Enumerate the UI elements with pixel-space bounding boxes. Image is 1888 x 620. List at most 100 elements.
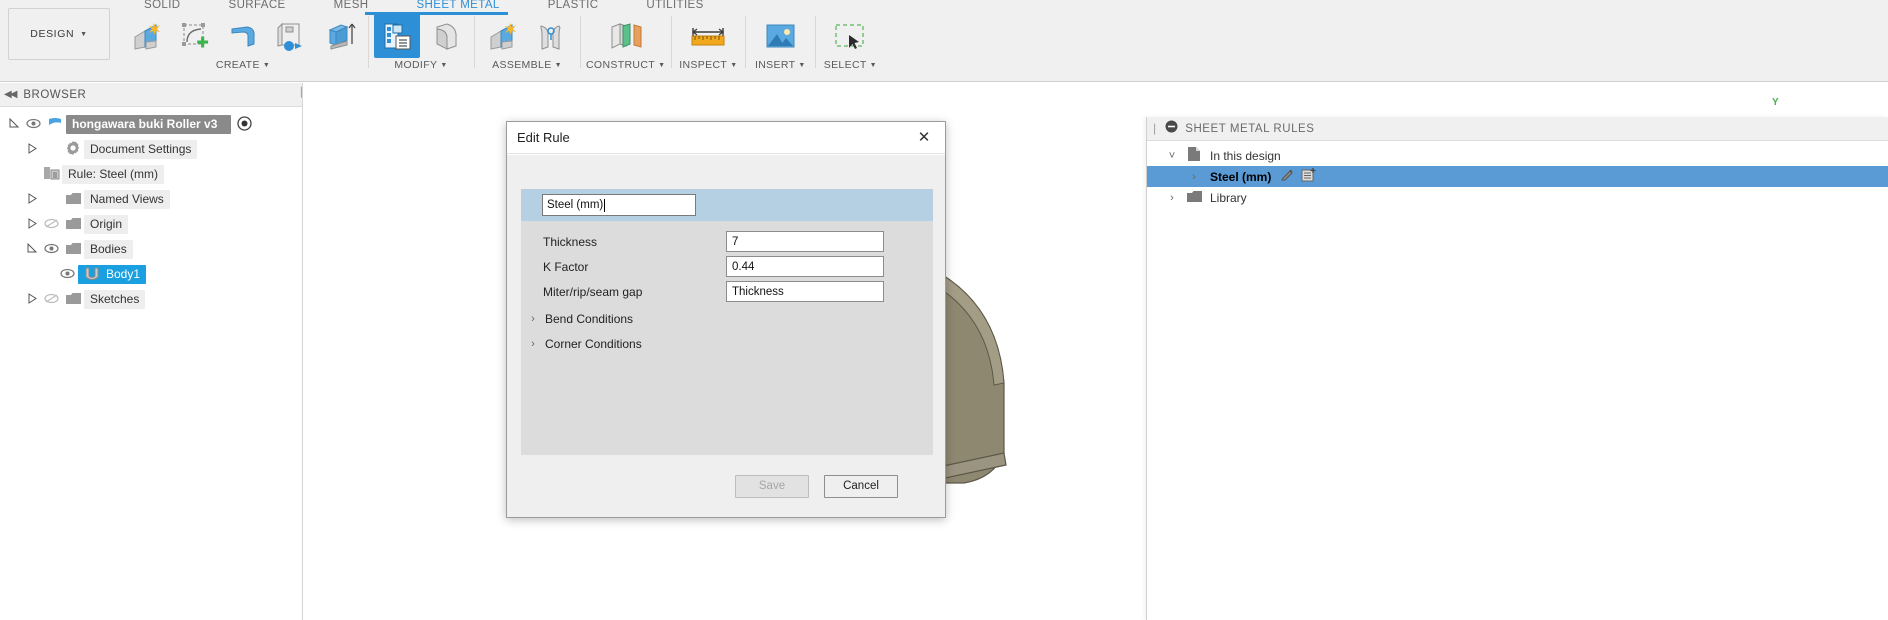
panel-inspect-label[interactable]: INSPECT ▼ bbox=[679, 59, 737, 71]
folder-icon bbox=[1183, 190, 1205, 206]
joint-icon[interactable] bbox=[528, 14, 574, 58]
rules-item-in-this-design[interactable]: ˅ In this design bbox=[1147, 145, 1888, 166]
panel-select: SELECT ▼ bbox=[815, 14, 885, 80]
browser-item-body1[interactable]: Body1 bbox=[0, 262, 302, 287]
section-bend-conditions[interactable]: › Bend Conditions bbox=[521, 307, 933, 331]
dialog-title-bar[interactable]: Edit Rule ✕ bbox=[507, 122, 945, 154]
panel-create: CREATE ▼ bbox=[118, 14, 368, 80]
pencil-icon[interactable] bbox=[1280, 168, 1295, 186]
document-icon bbox=[1183, 146, 1205, 165]
panel-modify-icons bbox=[374, 14, 468, 60]
chevron-right-icon[interactable]: › bbox=[1161, 192, 1183, 204]
minimize-icon[interactable] bbox=[1165, 120, 1178, 138]
new-component-icon[interactable] bbox=[480, 14, 526, 58]
panel-drag-grip[interactable]: ❘ bbox=[1150, 122, 1159, 135]
expand-arrow-icon[interactable] bbox=[24, 242, 40, 257]
close-icon[interactable]: ✕ bbox=[911, 126, 937, 150]
panel-modify-label[interactable]: MODIFY ▼ bbox=[394, 59, 447, 71]
rules-item-label: Steel (mm) bbox=[1210, 169, 1272, 184]
panel-construct-label[interactable]: CONSTRUCT ▼ bbox=[586, 59, 665, 71]
panel-select-label[interactable]: SELECT ▼ bbox=[824, 59, 877, 71]
browser-item-label: Body1 bbox=[106, 267, 141, 281]
sheet-metal-rules-tool-icon[interactable] bbox=[374, 14, 420, 58]
browser-item-origin[interactable]: Origin bbox=[0, 212, 302, 237]
browser-item-sketches[interactable]: Sketches bbox=[0, 287, 302, 312]
unfold-tool-icon[interactable] bbox=[268, 14, 314, 58]
flange-tool-icon[interactable] bbox=[124, 14, 170, 58]
component-icon bbox=[44, 117, 66, 133]
browser-tree: hongawara buki Roller v3 Document Settin… bbox=[0, 107, 302, 312]
visibility-eye-icon[interactable] bbox=[56, 268, 78, 282]
chevron-right-icon[interactable]: › bbox=[1183, 171, 1205, 183]
convert-to-sheet-metal-icon[interactable] bbox=[422, 14, 468, 58]
workspace-selector-button[interactable]: DESIGN ▼ bbox=[8, 8, 110, 60]
visibility-hidden-eye-icon[interactable] bbox=[40, 293, 62, 307]
panel-construct: CONSTRUCT ▼ bbox=[580, 14, 671, 80]
tab-sheet-metal[interactable]: SHEET METAL bbox=[392, 0, 523, 11]
tab-utilities[interactable]: UTILITIES bbox=[622, 0, 727, 11]
tab-surface[interactable]: SURFACE bbox=[205, 0, 310, 11]
dialog-footer: Save Cancel bbox=[507, 455, 945, 517]
browser-item-label: Document Settings bbox=[84, 140, 198, 159]
sheet-metal-rules-title: SHEET METAL RULES bbox=[1185, 122, 1315, 135]
rules-item-library[interactable]: › Library bbox=[1147, 187, 1888, 208]
new-rule-icon[interactable] bbox=[1301, 167, 1317, 186]
miter-rip-seam-gap-label: Miter/rip/seam gap bbox=[543, 284, 643, 299]
save-button[interactable]: Save bbox=[735, 474, 809, 498]
expand-arrow-icon[interactable] bbox=[24, 142, 40, 157]
tab-mesh[interactable]: MESH bbox=[310, 0, 393, 11]
sheet-metal-rules-header: ❘ SHEET METAL RULES bbox=[1147, 117, 1888, 141]
folder-icon bbox=[62, 192, 84, 208]
chevron-right-icon[interactable]: › bbox=[521, 313, 545, 325]
tab-plastic[interactable]: PLASTIC bbox=[524, 0, 623, 11]
measure-icon[interactable] bbox=[677, 14, 739, 58]
browser-item-label: hongawara buki Roller v3 bbox=[66, 115, 232, 134]
cancel-button[interactable]: Cancel bbox=[824, 474, 898, 498]
select-tool-icon[interactable] bbox=[821, 14, 879, 58]
section-corner-conditions[interactable]: › Corner Conditions bbox=[521, 332, 933, 356]
panel-create-label[interactable]: CREATE ▼ bbox=[216, 59, 270, 71]
workspace-selector-label: DESIGN bbox=[30, 28, 75, 40]
tab-solid[interactable]: SOLID bbox=[120, 0, 205, 11]
bend-tool-icon[interactable] bbox=[220, 14, 266, 58]
chevron-down-icon[interactable]: ˅ bbox=[1161, 150, 1183, 162]
chevron-right-icon[interactable]: › bbox=[521, 338, 545, 350]
browser-item-label: Bodies bbox=[84, 240, 133, 259]
browser-item-root[interactable]: hongawara buki Roller v3 bbox=[0, 112, 302, 137]
component-activate-radio[interactable] bbox=[237, 115, 253, 134]
expand-arrow-icon[interactable] bbox=[6, 117, 22, 132]
collapse-panel-icon[interactable]: ◀◀ bbox=[4, 89, 17, 100]
visibility-hidden-eye-icon[interactable] bbox=[40, 218, 62, 232]
rules-item-steel-mm[interactable]: › Steel (mm) bbox=[1147, 166, 1888, 187]
browser-item-document-settings[interactable]: Document Settings bbox=[0, 137, 302, 162]
folder-icon bbox=[62, 292, 84, 308]
panel-assemble-label[interactable]: ASSEMBLE ▼ bbox=[492, 59, 562, 71]
expand-arrow-icon[interactable] bbox=[24, 292, 40, 307]
browser-item-named-views[interactable]: Named Views bbox=[0, 187, 302, 212]
chevron-down-icon: ▼ bbox=[440, 62, 448, 69]
extrude-tool-icon[interactable] bbox=[316, 14, 362, 58]
browser-item-body1-content: Body1 bbox=[78, 265, 147, 284]
panel-insert-icons bbox=[751, 14, 809, 60]
rule-name-input[interactable]: Steel (mm) bbox=[542, 194, 696, 216]
insert-image-icon[interactable] bbox=[751, 14, 809, 58]
panel-insert-label[interactable]: INSERT ▼ bbox=[755, 59, 806, 71]
browser-item-label: Named Views bbox=[84, 190, 170, 209]
offset-plane-icon[interactable] bbox=[596, 14, 656, 58]
panel-inspect-icons bbox=[677, 14, 739, 60]
fusion360-window: DESIGN ▼ SOLID SURFACE MESH SHEET METAL … bbox=[0, 0, 1888, 620]
expand-arrow-icon[interactable] bbox=[24, 192, 40, 207]
miter-rip-seam-gap-input[interactable]: Thickness bbox=[726, 281, 884, 302]
expand-arrow-icon[interactable] bbox=[24, 217, 40, 232]
visibility-eye-icon[interactable] bbox=[22, 118, 44, 132]
edit-rule-dialog: Edit Rule ✕ Steel (mm) Thickness 7 K Fac… bbox=[506, 121, 946, 518]
sketch-create-tool-icon[interactable] bbox=[172, 14, 218, 58]
browser-item-rule[interactable]: Rule: Steel (mm) bbox=[0, 162, 302, 187]
browser-item-bodies[interactable]: Bodies bbox=[0, 237, 302, 262]
rules-item-label: Library bbox=[1210, 190, 1247, 205]
visibility-eye-icon[interactable] bbox=[40, 243, 62, 257]
k-factor-input[interactable]: 0.44 bbox=[726, 256, 884, 277]
chevron-down-icon: ▼ bbox=[554, 62, 562, 69]
panel-construct-icons bbox=[596, 14, 656, 60]
thickness-input[interactable]: 7 bbox=[726, 231, 884, 252]
